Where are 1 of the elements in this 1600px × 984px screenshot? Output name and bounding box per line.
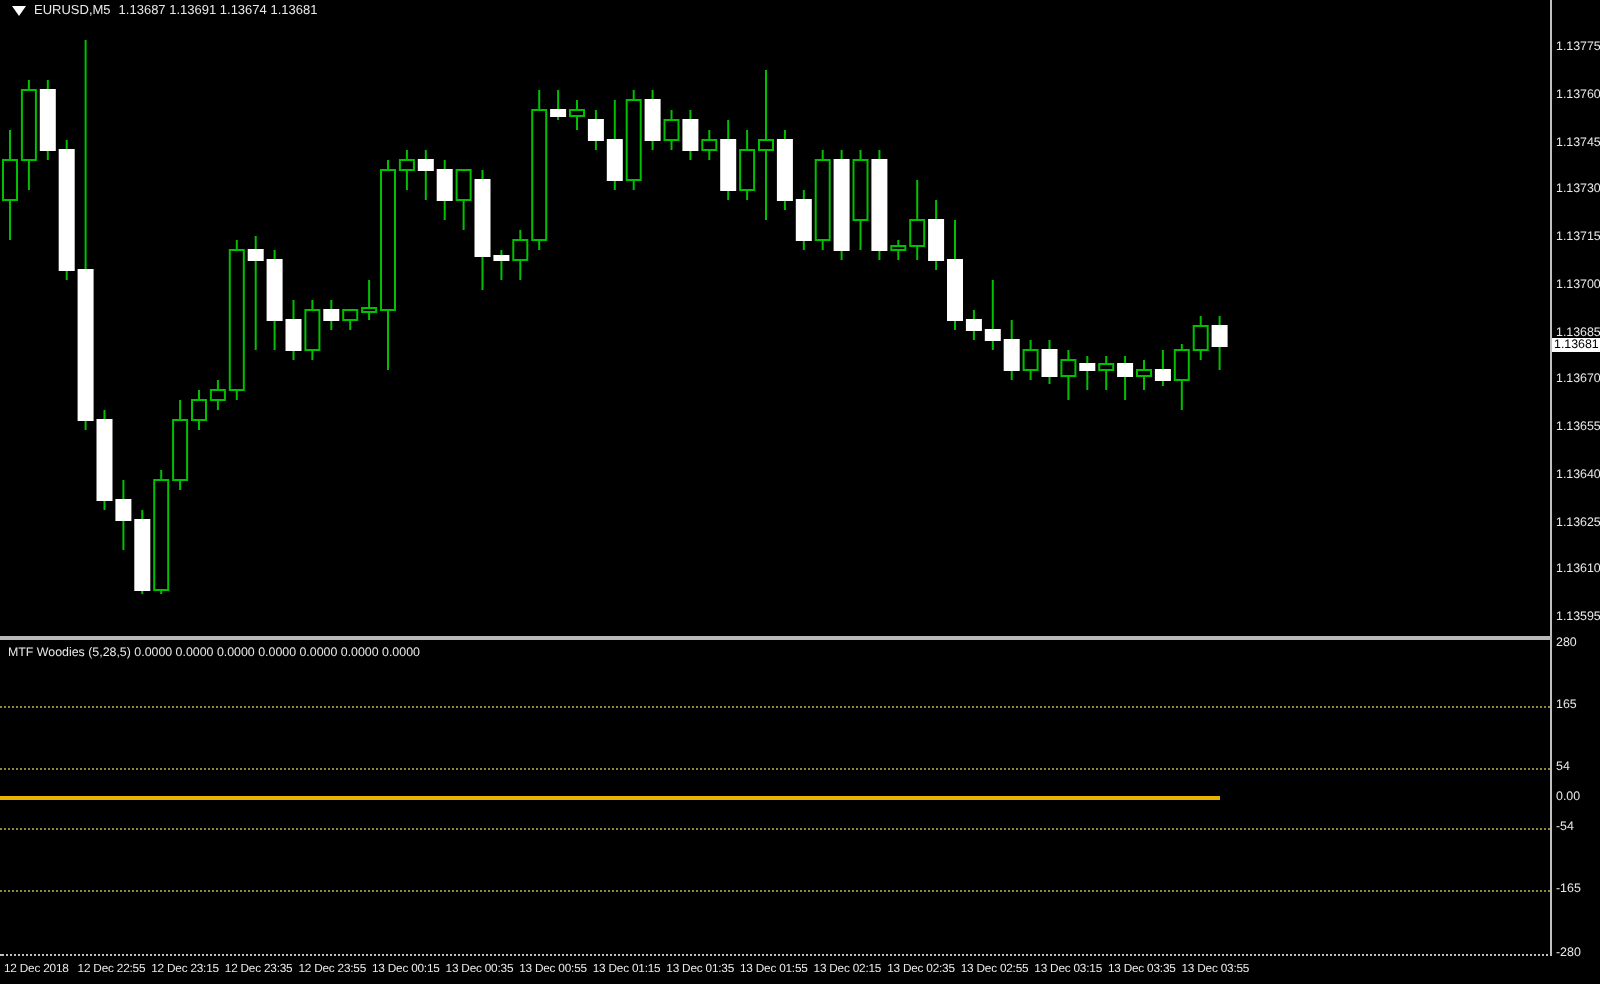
dropdown-icon[interactable] xyxy=(12,6,26,16)
